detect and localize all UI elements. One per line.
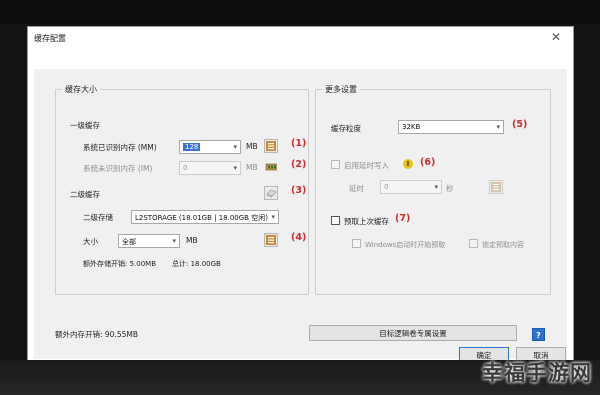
- marker-3: (3): [291, 185, 307, 196]
- close-icon[interactable]: ✕: [551, 30, 561, 44]
- lock-prefetch-label: 锁定预取内容: [482, 241, 524, 249]
- l2-total: 总计: 18.00GB: [172, 260, 221, 268]
- delay-label: 延时: [349, 184, 364, 193]
- title-bar: 缓存配置 ✕: [28, 27, 573, 49]
- recognized-memory-unit: MB: [246, 142, 258, 151]
- options-list-icon: [491, 182, 501, 192]
- unrecognized-memory-value: 0: [183, 164, 188, 172]
- extra-storage-overhead: 额外存储开销: 5.00MB: [83, 260, 157, 268]
- dialog-body: 缓存大小 一级缓存 系统已识别内存 (MM) 128 ▾ MB (1) 系统未识…: [34, 69, 567, 359]
- cache-size-group-title: 缓存大小: [62, 84, 100, 95]
- options-list-icon: [266, 235, 276, 245]
- chevron-down-icon: ▾: [434, 183, 438, 191]
- screen-top-frame: [0, 0, 600, 24]
- l2-size-settings-button[interactable]: [264, 233, 278, 247]
- chevron-down-icon: ▾: [496, 123, 500, 131]
- marker-6: (6): [420, 157, 436, 168]
- warning-icon: !: [403, 159, 413, 169]
- deferred-write-label: 启用延时写入: [344, 161, 389, 170]
- lock-prefetch-checkbox[interactable]: [469, 239, 478, 248]
- cache-size-group: 缓存大小 一级缓存 系统已识别内存 (MM) 128 ▾ MB (1) 系统未识…: [55, 84, 309, 295]
- l1-cache-heading: 一级缓存: [70, 121, 100, 130]
- options-list-icon: [266, 141, 276, 151]
- marker-7: (7): [395, 213, 411, 224]
- granularity-label: 缓存粒度: [331, 124, 361, 133]
- unrecognized-memory-label: 系统未识别内存 (IM): [83, 164, 153, 173]
- marker-5: (5): [512, 119, 528, 130]
- l2-cache-heading: 二级缓存: [70, 190, 100, 199]
- target-volume-settings-button[interactable]: 目标逻辑卷专属设置: [309, 325, 517, 341]
- chevron-down-icon: ▾: [172, 237, 176, 245]
- recognized-memory-value: 128: [183, 143, 201, 151]
- unrecognized-memory-unit: MB: [246, 163, 258, 172]
- unrecognized-memory-combo[interactable]: 0 ▾: [179, 161, 241, 175]
- chevron-down-icon: ▾: [271, 213, 275, 221]
- deferred-write-checkbox[interactable]: [331, 160, 340, 169]
- l2-storage-label: 二级存储: [83, 213, 113, 222]
- granularity-value: 32KB: [402, 123, 421, 131]
- l2-storage-value: L2STORAGE (18.01GB | 18.00GB 空闲): [135, 214, 268, 222]
- l2-size-value: 全部: [122, 238, 136, 246]
- prefetch-last-cache-label: 预取上次缓存: [344, 217, 389, 226]
- marker-2: (2): [291, 159, 307, 170]
- memory-chip-icon: [265, 163, 277, 171]
- storage-drive-icon: [265, 189, 277, 198]
- marker-4: (4): [291, 232, 307, 243]
- recognized-memory-label: 系统已识别内存 (MM): [83, 143, 157, 152]
- delay-unit: 秒: [446, 184, 454, 193]
- l2-size-unit: MB: [186, 236, 198, 245]
- watermark: 幸福手游网: [482, 361, 592, 385]
- l2-cache-button[interactable]: [264, 186, 278, 200]
- l2-size-label: 大小: [83, 237, 98, 246]
- delay-settings-button[interactable]: [489, 180, 503, 194]
- granularity-combo[interactable]: 32KB ▾: [398, 120, 504, 134]
- recognized-memory-combo[interactable]: 128 ▾: [179, 140, 241, 154]
- delay-combo[interactable]: 0 ▾: [380, 180, 442, 194]
- l2-storage-combo[interactable]: L2STORAGE (18.01GB | 18.00GB 空闲) ▾: [131, 210, 279, 224]
- extra-memory-overhead: 额外内存开销: 90.55MB: [55, 330, 138, 339]
- help-icon[interactable]: ?: [532, 328, 545, 341]
- recognized-memory-settings-button[interactable]: [264, 139, 278, 153]
- chevron-down-icon: ▾: [233, 164, 237, 172]
- prefetch-last-cache-checkbox[interactable]: [331, 216, 340, 225]
- marker-1: (1): [291, 138, 307, 149]
- unrecognized-memory-button[interactable]: [264, 160, 278, 174]
- dialog-title: 缓存配置: [34, 34, 66, 43]
- prefetch-on-boot-checkbox[interactable]: [352, 239, 361, 248]
- more-settings-group: 更多设置 缓存粒度 32KB ▾ (5) 启用延时写入 ! (6) 延时 0 ▾…: [315, 84, 551, 295]
- cache-config-dialog: 缓存配置 ✕ 缓存大小 一级缓存 系统已识别内存 (MM) 128 ▾ MB (: [27, 26, 574, 366]
- chevron-down-icon: ▾: [233, 143, 237, 151]
- delay-value: 0: [384, 183, 389, 191]
- prefetch-on-boot-label: Windows启动时开始预取: [365, 241, 446, 249]
- l2-size-combo[interactable]: 全部 ▾: [118, 234, 180, 248]
- more-settings-group-title: 更多设置: [322, 84, 360, 95]
